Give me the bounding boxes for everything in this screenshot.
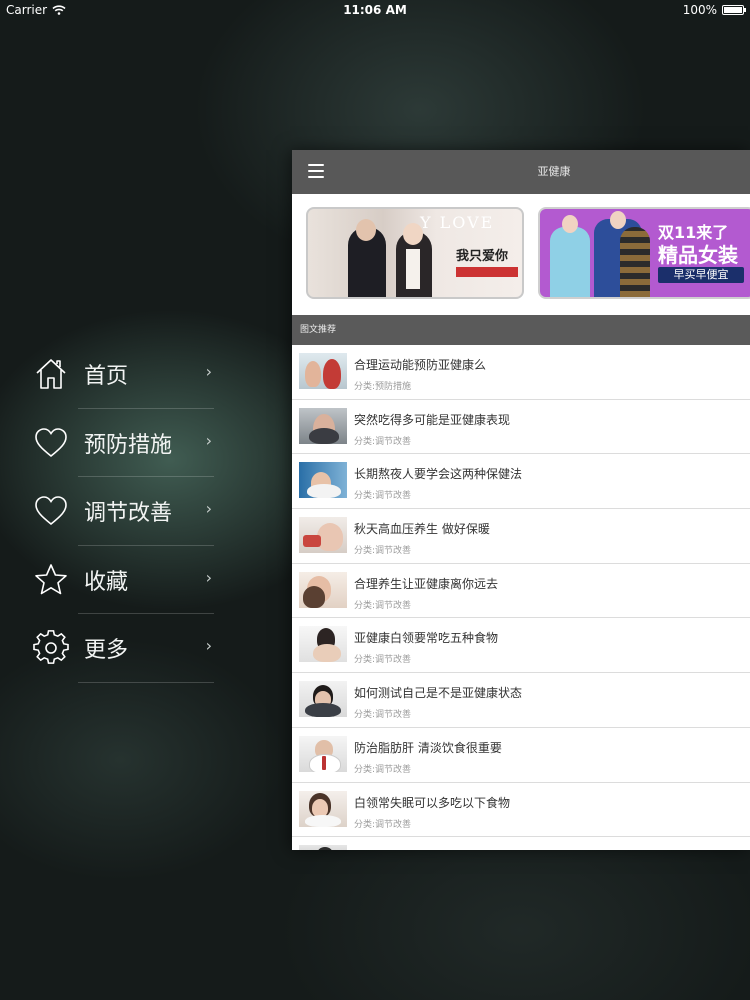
menu-item-label: 调节改善 (84, 501, 173, 527)
article-title: 白领常失眠可以多吃以下食物 (354, 795, 511, 810)
banner-item[interactable]: Y LOVE 我只爱你 (306, 207, 524, 299)
menu-item-label: 首页 (84, 364, 129, 390)
article-thumbnail (299, 353, 347, 389)
article-category: 分类:调节改善 (354, 600, 412, 611)
home-icon (32, 355, 70, 393)
list-item[interactable]: 防治脂肪肝 清淡饮食很重要 分类:调节改善 (292, 728, 750, 783)
banner-figure (550, 227, 590, 297)
list-item[interactable]: 合理运动能预防亚健康么 分类:预防措施 (292, 345, 750, 400)
article-category: 分类:调节改善 (354, 655, 412, 666)
article-thumbnail (299, 626, 347, 663)
article-thumbnail (299, 407, 347, 444)
list-item[interactable] (292, 837, 750, 850)
article-category: 分类:预防措施 (354, 382, 412, 392)
article-category: 分类:调节改善 (354, 764, 412, 775)
list-item[interactable]: 白领常失眠可以多吃以下食物 分类:调节改善 (292, 783, 750, 838)
chevron-right-icon: › (205, 636, 212, 655)
article-title: 长期熬夜人要学会这两种保健法 (354, 467, 523, 482)
battery-fill (724, 7, 742, 13)
list-item[interactable]: 突然吃得多可能是亚健康表现 分类:调节改善 (292, 400, 750, 455)
status-bar: Carrier 11:06 AM 100% (0, 0, 750, 20)
article-category: 分类:调节改善 (354, 546, 412, 557)
article-thumbnail (299, 462, 347, 499)
list-item[interactable]: 亚健康白领要常吃五种食物 分类:调节改善 (292, 618, 750, 674)
list-item[interactable]: 如何测试自己是不是亚健康状态 分类:调节改善 (292, 673, 750, 728)
gear-icon (32, 629, 70, 667)
article-thumbnail (299, 681, 347, 718)
banner-text: 精品女装 (658, 243, 738, 267)
article-category: 分类:调节改善 (354, 491, 412, 502)
banner-tag: 早买早便宜 (658, 267, 744, 283)
article-thumbnail (299, 790, 347, 827)
article-category: 分类:调节改善 (354, 436, 412, 447)
banner-figure-head (610, 211, 626, 229)
content-panel: 亚健康 Y LOVE 我只爱你 双11来了 精品女装 早买早便宜 图文推荐 合理… (292, 150, 750, 850)
side-menu: 首页 › 预防措施 › 调节改善 › 收藏 › 更多 › (32, 340, 214, 683)
menu-item-favorites[interactable]: 收藏 › (32, 546, 214, 615)
section-header: 图文推荐 (292, 315, 750, 345)
banner-figure (620, 227, 650, 297)
banner-tag (456, 267, 518, 277)
article-thumbnail (299, 845, 347, 850)
article-thumbnail (299, 735, 347, 772)
menu-item-label: 收藏 (84, 569, 129, 595)
chevron-right-icon: › (205, 567, 212, 587)
menu-item-more[interactable]: 更多 › (32, 614, 214, 683)
article-title: 亚健康白领要常吃五种食物 (354, 631, 499, 646)
article-thumbnail (299, 517, 347, 554)
menu-item-prevention[interactable]: 预防措施 › (32, 409, 214, 478)
banner-text: 我只爱你 (456, 249, 509, 264)
nav-bar: 亚健康 (292, 150, 750, 194)
battery-percent: 100% (682, 3, 717, 17)
menu-item-adjust[interactable]: 调节改善 › (32, 477, 214, 546)
star-icon (32, 561, 70, 599)
banner-figure-head (356, 219, 376, 241)
menu-item-label: 更多 (84, 638, 129, 664)
article-title: 突然吃得多可能是亚健康表现 (354, 412, 511, 427)
banner-item[interactable]: 双11来了 精品女装 早买早便宜 (538, 207, 750, 299)
chevron-right-icon: › (205, 362, 212, 381)
article-title: 秋天高血压养生 做好保暖 (354, 522, 490, 537)
banner-carousel[interactable]: Y LOVE 我只爱你 双11来了 精品女装 早买早便宜 (292, 194, 750, 315)
article-list: 合理运动能预防亚健康么 分类:预防措施 突然吃得多可能是亚健康表现 分类:调节改… (292, 345, 750, 850)
menu-item-label: 预防措施 (84, 432, 173, 458)
banner-figure-shirt (406, 249, 420, 289)
article-category: 分类:调节改善 (354, 710, 412, 721)
chevron-right-icon: › (205, 499, 212, 518)
article-title: 合理运动能预防亚健康么 (354, 358, 487, 372)
status-time: 11:06 AM (343, 3, 407, 17)
article-thumbnail (299, 571, 347, 608)
list-item[interactable]: 秋天高血压养生 做好保暖 分类:调节改善 (292, 509, 750, 564)
heart-icon (32, 492, 70, 530)
banner-heading: Y LOVE (420, 213, 495, 232)
banner-figure-head (562, 215, 578, 233)
list-item[interactable]: 长期熬夜人要学会这两种保健法 分类:调节改善 (292, 454, 750, 510)
menu-item-home[interactable]: 首页 › (32, 340, 214, 409)
article-title: 防治脂肪肝 清淡饮食很重要 (354, 740, 502, 755)
battery-icon (722, 5, 746, 15)
article-title: 合理养生让亚健康离你远去 (354, 576, 499, 591)
article-category: 分类:调节改善 (354, 819, 412, 830)
status-right: 100% (682, 3, 746, 17)
article-title: 如何测试自己是不是亚健康状态 (354, 686, 523, 701)
chevron-right-icon: › (205, 430, 212, 450)
heart-icon (32, 424, 70, 462)
list-item[interactable]: 合理养生让亚健康离你远去 分类:调节改善 (292, 564, 750, 619)
